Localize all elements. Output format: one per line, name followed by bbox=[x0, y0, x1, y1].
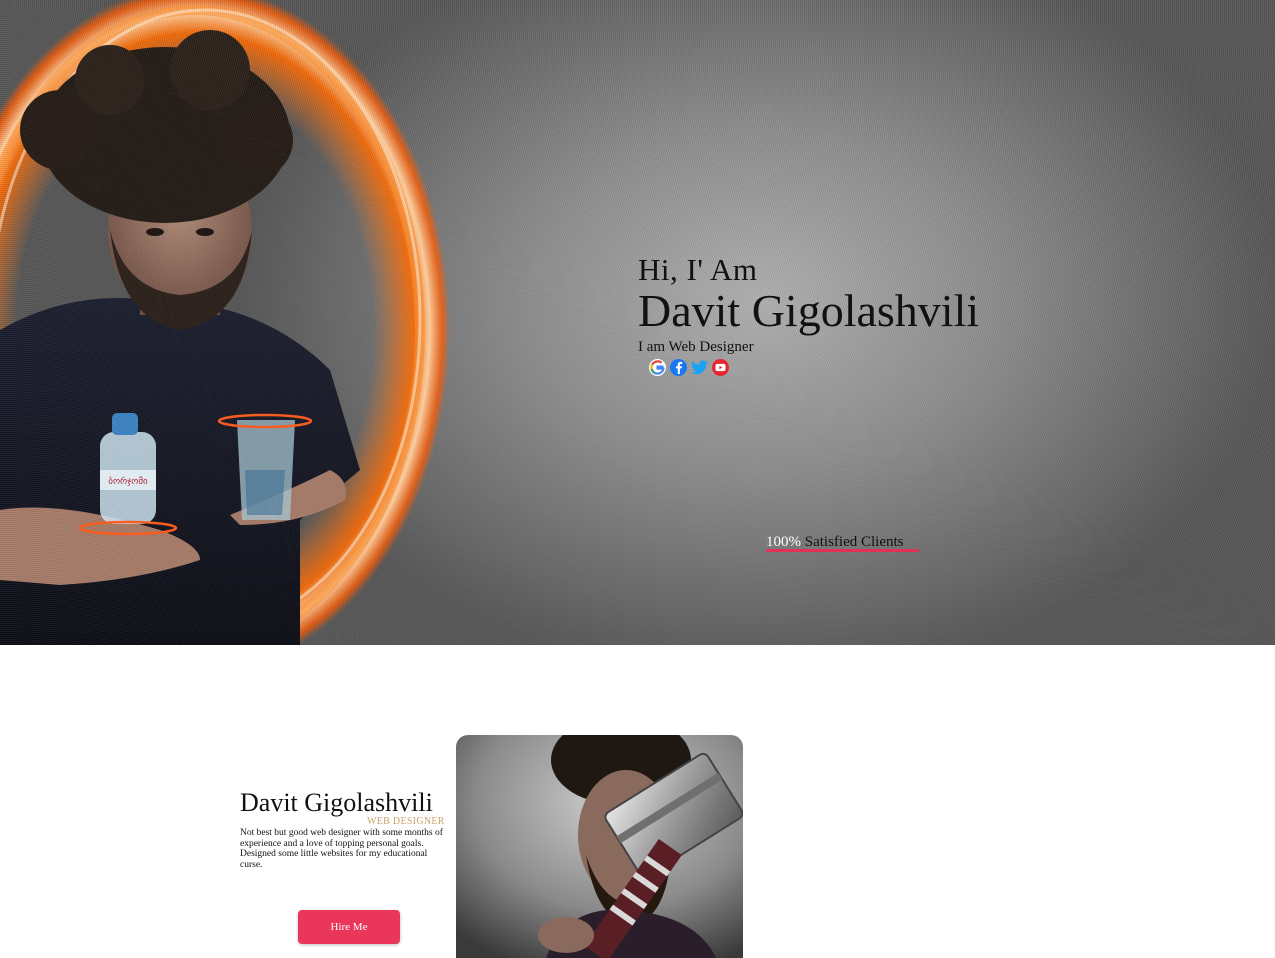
youtube-icon[interactable] bbox=[712, 359, 729, 376]
hero-intro: Hi, I' Am Davit Gigolashvili I am Web De… bbox=[638, 252, 979, 356]
hero-portrait-image: ბორჯომი bbox=[0, 0, 450, 645]
facebook-icon[interactable] bbox=[670, 359, 687, 376]
stat-underline bbox=[766, 549, 919, 552]
twitter-icon[interactable] bbox=[691, 359, 708, 376]
hire-me-button[interactable]: Hire Me bbox=[298, 910, 400, 944]
about-name: Davit Gigolashvili bbox=[240, 788, 433, 817]
hero-section: ბორჯომი Hi, I' Am Davit Gigolashvili I a… bbox=[0, 0, 1275, 645]
stat-value: 100% bbox=[766, 534, 801, 550]
stat-label: Satisfied Clients bbox=[804, 534, 904, 550]
bottle-label: ბორჯომი bbox=[108, 476, 148, 487]
hero-name: Davit Gigolashvili bbox=[638, 285, 980, 336]
social-links bbox=[649, 359, 729, 376]
hero-greeting: Hi, I' Am bbox=[638, 252, 758, 287]
hero-role: I am Web Designer bbox=[638, 339, 754, 355]
about-description: Not best but good web designer with some… bbox=[240, 828, 443, 870]
about-title: WEB DESIGNER bbox=[367, 816, 445, 827]
google-icon[interactable] bbox=[649, 359, 666, 376]
satisfied-clients-stat: 100% Satisfied Clients bbox=[766, 533, 919, 552]
about-portrait-image bbox=[456, 735, 743, 958]
